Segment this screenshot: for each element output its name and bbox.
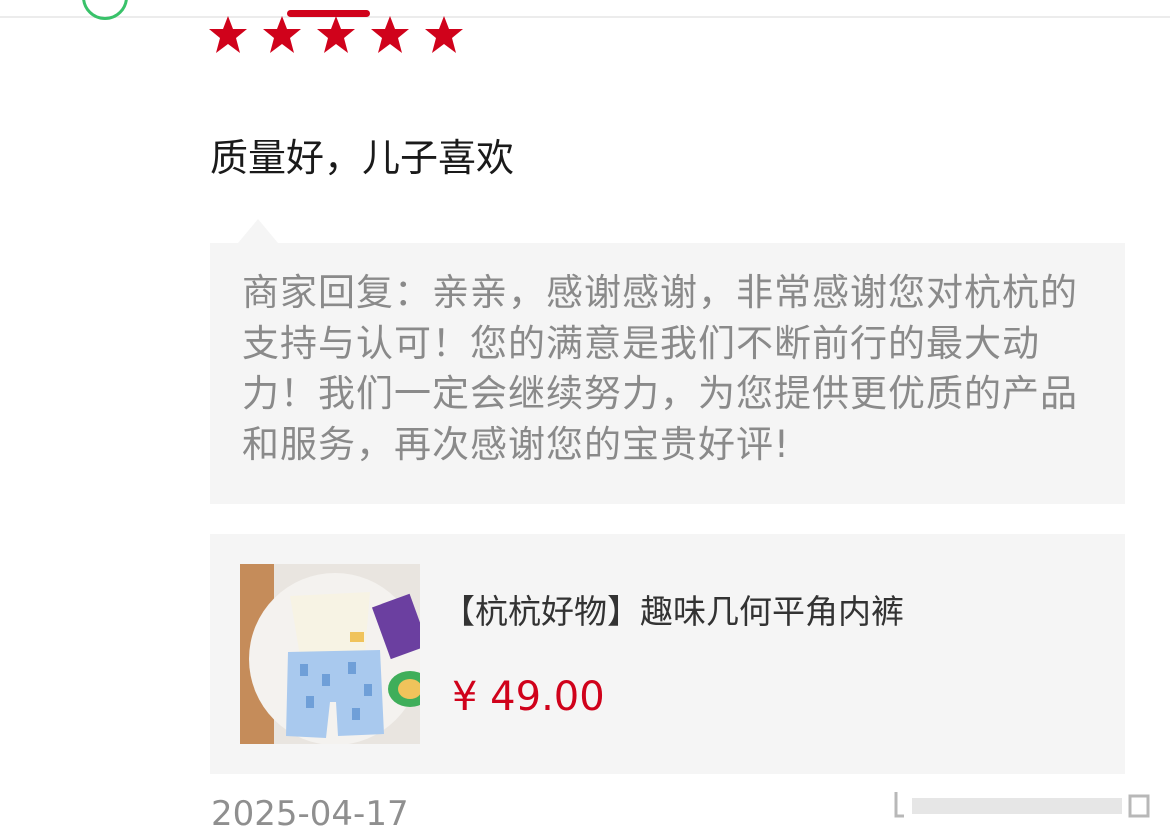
star-icon bbox=[424, 15, 464, 55]
product-card[interactable]: 【杭杭好物】趣味几何平角内裤 ¥ 49.00 bbox=[210, 534, 1125, 774]
merchant-reply-text: 商家回复：亲亲，感谢感谢，非常感谢您对杭杭的支持与认可！您的满意是我们不断前行的… bbox=[242, 271, 1078, 466]
star-icon bbox=[262, 15, 302, 55]
rating-stars bbox=[208, 15, 464, 55]
review-page: 质量好，儿子喜欢 商家回复：亲亲，感谢感谢，非常感谢您对杭杭的支持与认可！您的满… bbox=[0, 0, 1170, 837]
top-divider bbox=[0, 16, 1170, 18]
merchant-reply-box: 商家回复：亲亲，感谢感谢，非常感谢您对杭杭的支持与认可！您的满意是我们不断前行的… bbox=[210, 243, 1125, 504]
product-name[interactable]: 【杭杭好物】趣味几何平角内裤 bbox=[442, 589, 904, 635]
product-thumbnail[interactable] bbox=[240, 564, 420, 744]
reply-pointer bbox=[238, 219, 278, 243]
action-icons[interactable] bbox=[860, 786, 1160, 826]
star-icon bbox=[208, 15, 248, 55]
star-icon bbox=[316, 15, 356, 55]
star-icon bbox=[370, 15, 410, 55]
review-date: 2025-04-17 bbox=[211, 794, 409, 834]
review-comment: 质量好，儿子喜欢 bbox=[210, 136, 515, 180]
product-price: ¥ 49.00 bbox=[452, 674, 605, 720]
